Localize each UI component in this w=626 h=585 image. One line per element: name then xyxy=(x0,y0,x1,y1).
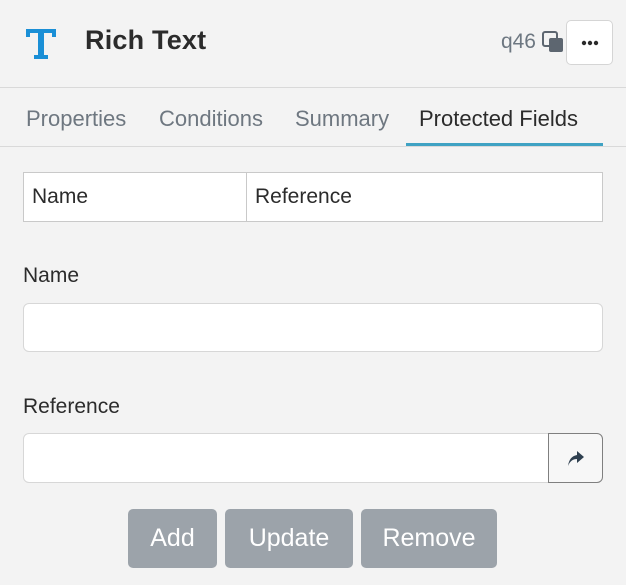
arrow-link-icon xyxy=(567,451,584,466)
tab-summary[interactable]: Summary xyxy=(295,106,389,132)
reference-picker-button[interactable] xyxy=(548,433,603,483)
add-button[interactable]: Add xyxy=(128,509,217,568)
question-id: q46 xyxy=(500,30,536,53)
text-type-icon xyxy=(26,29,56,59)
name-input[interactable] xyxy=(23,303,603,352)
copy-icon[interactable] xyxy=(542,31,564,53)
tab-bar: Properties Conditions Summary Protected … xyxy=(0,88,626,147)
tab-protected-fields[interactable]: Protected Fields xyxy=(419,106,578,132)
column-header-reference[interactable]: Reference xyxy=(247,173,602,221)
reference-label: Reference xyxy=(23,395,120,418)
more-options-button[interactable] xyxy=(566,20,613,65)
tab-conditions[interactable]: Conditions xyxy=(159,106,263,132)
active-tab-indicator xyxy=(406,143,603,146)
update-button[interactable]: Update xyxy=(225,509,353,568)
question-id-group: q46 xyxy=(501,30,564,54)
remove-button[interactable]: Remove xyxy=(361,509,497,568)
column-header-name[interactable]: Name xyxy=(24,173,247,221)
protected-fields-table-header: Name Reference xyxy=(23,172,603,222)
panel-header: Rich Text q46 xyxy=(0,0,626,88)
reference-input[interactable] xyxy=(23,433,550,483)
name-label: Name xyxy=(23,264,80,287)
tab-properties[interactable]: Properties xyxy=(26,106,126,132)
panel-title: Rich Text xyxy=(85,25,207,55)
ellipsis-icon xyxy=(581,40,598,45)
